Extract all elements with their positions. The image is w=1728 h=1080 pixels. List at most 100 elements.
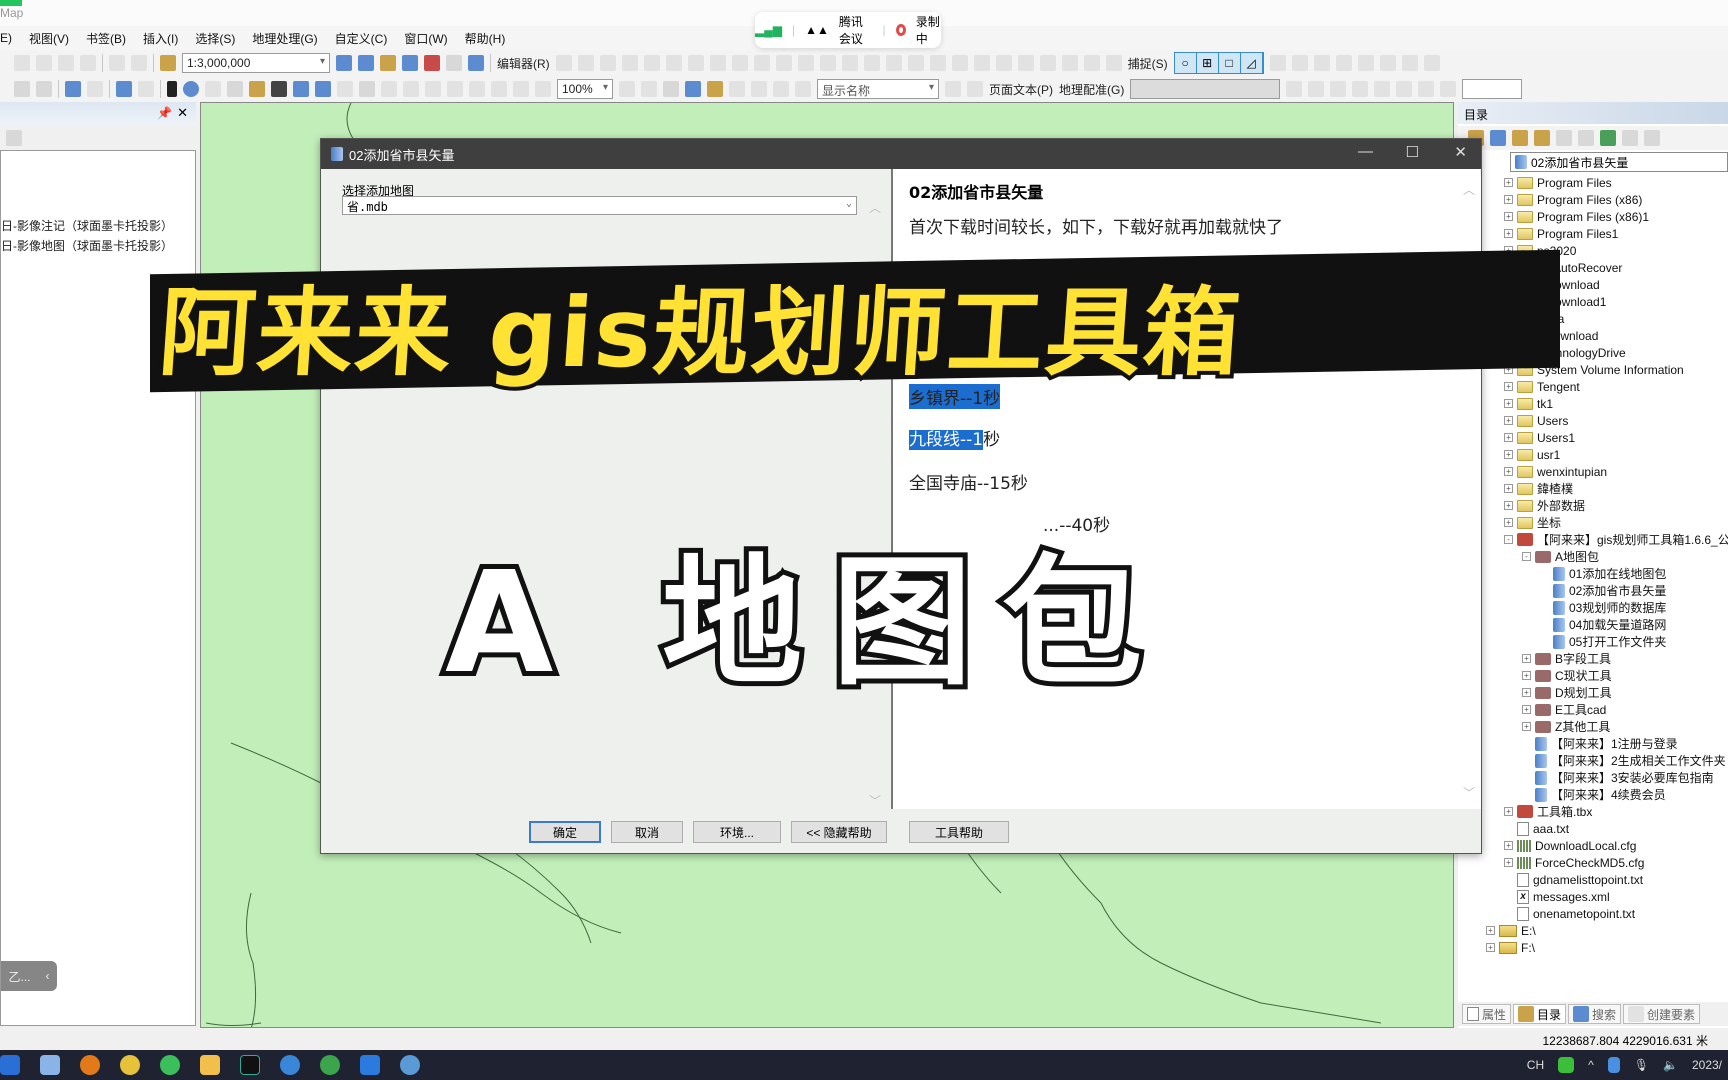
tab-catalog[interactable]: 目录 <box>1513 1004 1567 1024</box>
expand-icon[interactable]: + <box>1504 178 1513 187</box>
edge-icon[interactable] <box>0 1055 20 1075</box>
menu-edit[interactable]: E) <box>0 31 12 45</box>
toolbar-input[interactable] <box>1462 79 1523 99</box>
layer-item[interactable]: 日-影像注记（球面墨卡托投影） <box>1 217 173 234</box>
catalog-tree-node[interactable]: + Program Files (x86)1 <box>1504 208 1649 225</box>
expand-icon[interactable]: + <box>1504 858 1513 867</box>
home-icon[interactable] <box>1534 130 1550 146</box>
cancel-button[interactable]: 取消 <box>611 821 683 843</box>
expand-icon[interactable]: + <box>1522 671 1531 680</box>
menu-insert[interactable]: 插入(I) <box>143 30 178 47</box>
expand-icon[interactable]: + <box>1522 688 1531 697</box>
catalog-tree-node[interactable]: 03规划师的数据库 <box>1540 599 1666 616</box>
dialog-title-bar[interactable]: 02添加省市县矢量 — ☐ ✕ <box>321 139 1481 169</box>
expand-icon[interactable]: + <box>1486 943 1495 952</box>
catalog-tree-node[interactable]: 【阿来来】2生成相关工作文件夹 <box>1522 752 1726 769</box>
location-field[interactable]: 02添加省市县矢量 <box>1510 152 1728 172</box>
arctoolbox-icon[interactable] <box>424 55 440 71</box>
python-window-icon[interactable] <box>446 55 462 71</box>
catalog-tree-node[interactable]: - A地图包 <box>1522 548 1599 565</box>
notepad-icon[interactable] <box>40 1055 60 1075</box>
expand-icon[interactable]: + <box>1504 501 1513 510</box>
clear-selection-icon[interactable] <box>138 81 154 97</box>
tool-help-button[interactable]: 工具帮助 <box>909 821 1009 843</box>
back-icon[interactable] <box>65 81 81 97</box>
wechat-icon[interactable] <box>160 1055 180 1075</box>
catalog-tree-node[interactable]: + C现状工具 <box>1522 667 1612 684</box>
editor-toolbar-icon[interactable] <box>336 55 352 71</box>
search-app-icon[interactable] <box>80 1055 100 1075</box>
expand-icon[interactable]: + <box>1504 467 1513 476</box>
catalog-tree-node[interactable]: + E:\ <box>1486 922 1536 939</box>
focus-data-frame-icon[interactable] <box>663 81 679 97</box>
catalog-tree-node[interactable]: 05打开工作文件夹 <box>1540 633 1666 650</box>
catalog-tree-node[interactable]: 【阿来来】1注册与登录 <box>1522 735 1678 752</box>
tab-search[interactable]: 搜索 <box>1568 1004 1622 1024</box>
usb-icon[interactable] <box>1607 1057 1620 1073</box>
first-page-icon[interactable] <box>773 81 789 97</box>
map-scale-combo[interactable]: 1:3,000,000 ▾ <box>182 53 330 73</box>
catalog-tree-node[interactable]: + 外部数据 <box>1504 497 1585 514</box>
undo-icon[interactable] <box>109 55 125 71</box>
identify-icon[interactable] <box>183 81 199 97</box>
catalog-tree-node[interactable]: + DownloadLocal.cfg <box>1504 837 1636 854</box>
catalog-tree-node[interactable]: + Program Files1 <box>1504 225 1618 242</box>
disconnect-icon[interactable] <box>1556 130 1572 146</box>
expand-icon[interactable]: + <box>1504 433 1513 442</box>
expand-icon[interactable]: + <box>1486 926 1495 935</box>
georef-layer-combo[interactable] <box>1130 79 1281 99</box>
expand-icon[interactable]: + <box>1504 416 1513 425</box>
delete-icon[interactable] <box>80 55 96 71</box>
tab-create-features[interactable]: 创建要素 <box>1623 1004 1701 1024</box>
ime-indicator[interactable]: CH <box>1527 1058 1544 1072</box>
catalog-tree-node[interactable]: + B字段工具 <box>1522 650 1611 667</box>
catalog-tree-node[interactable]: + Users1 <box>1504 429 1575 446</box>
menu-bookmarks[interactable]: 书签(B) <box>86 30 126 47</box>
change-layout-icon[interactable] <box>685 81 701 97</box>
hyperlink-icon[interactable] <box>205 81 221 97</box>
minimize-button[interactable]: — <box>1358 143 1373 160</box>
measure-icon[interactable] <box>249 81 265 97</box>
forward-arrow-icon[interactable] <box>1490 130 1506 146</box>
tencent-meeting-icon[interactable] <box>360 1055 380 1075</box>
catalog-tree-node[interactable]: + wenxintupian <box>1504 463 1607 480</box>
modelbuilder-icon[interactable] <box>468 55 484 71</box>
game-icon[interactable] <box>320 1055 340 1075</box>
pointer-icon[interactable] <box>167 81 177 97</box>
layer-item[interactable]: 日-影像地图（球面墨卡托投影） <box>1 237 173 254</box>
catalog-tree-node[interactable]: + F:\ <box>1486 939 1535 954</box>
collapse-icon[interactable]: - <box>1522 552 1531 561</box>
data-driven-pages-icon[interactable] <box>707 81 723 97</box>
paste-icon[interactable] <box>58 55 74 71</box>
help-scroll-up[interactable]: ︿ <box>1463 181 1475 198</box>
search-window-icon[interactable] <box>402 55 418 71</box>
meeting-status-pill[interactable]: ▂▄▆ | ▲▲ 腾讯会议 | 录制中 <box>755 12 941 48</box>
catalog-tree-node[interactable]: - 【阿来来】gis规划师工具箱1.6.6_公 <box>1504 531 1728 548</box>
page-text-menu[interactable]: 页面文本(P) <box>989 81 1053 98</box>
catalog-tree-node[interactable]: + Tengent <box>1504 378 1580 395</box>
catalog-tree-node[interactable]: + Program Files <box>1504 174 1612 191</box>
expand-icon[interactable]: + <box>1504 450 1513 459</box>
catalog-tree-node[interactable]: 01添加在线地图包 <box>1540 565 1666 582</box>
expand-icon[interactable]: + <box>1522 654 1531 663</box>
collapsed-widget[interactable]: 乙... ‹ <box>1 961 57 991</box>
map-select-dropdown[interactable]: 省.mdb ⌄ <box>342 196 857 215</box>
collapse-icon[interactable]: - <box>1504 535 1513 544</box>
catalog-tree-node[interactable]: + ForceCheckMD5.cfg <box>1504 854 1644 871</box>
pycharm-icon[interactable] <box>240 1055 260 1075</box>
magnifier-icon[interactable] <box>359 81 375 97</box>
catalog-tree-node[interactable]: + 工具箱.tbx <box>1504 803 1592 820</box>
catalog-tree-node[interactable]: onenametopoint.txt <box>1504 905 1635 922</box>
menu-geoprocessing[interactable]: 地理处理(G) <box>252 30 317 47</box>
connect-folder-icon[interactable] <box>1600 130 1616 146</box>
expand-icon[interactable]: + <box>1504 807 1513 816</box>
file-explorer-icon[interactable] <box>200 1055 220 1075</box>
environments-button[interactable]: 环境... <box>693 821 781 843</box>
find-route-icon[interactable] <box>293 81 309 97</box>
expand-icon[interactable]: + <box>1504 229 1513 238</box>
chevron-up-icon[interactable]: ^ <box>1588 1058 1594 1072</box>
maximize-button[interactable]: ☐ <box>1406 143 1419 161</box>
georeferencing-menu[interactable]: 地理配准(G) <box>1059 81 1124 98</box>
expand-icon[interactable]: + <box>1522 722 1531 731</box>
catalog-tree-node[interactable]: aaa.txt <box>1504 820 1569 837</box>
